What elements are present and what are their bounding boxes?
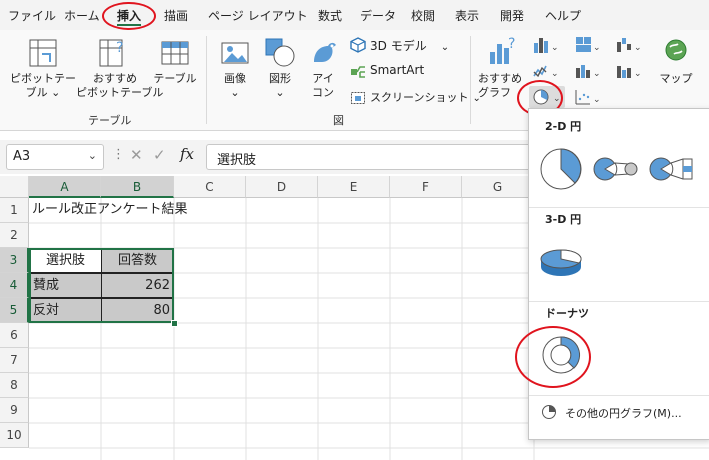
tab-developer[interactable]: 開発 [500, 7, 524, 24]
hierarchy-chart-icon[interactable]: ⌄ [575, 36, 601, 57]
row-header[interactable]: 8 [0, 373, 29, 398]
tab-formulas[interactable]: 数式 [318, 7, 342, 24]
icons-button[interactable]: アイ コン [306, 72, 340, 100]
column-header[interactable]: E [318, 176, 390, 198]
divider [529, 395, 709, 396]
icons-icon [308, 36, 340, 71]
row-header[interactable]: 5 [0, 298, 29, 323]
recommended-pivot-button[interactable]: おすすめ ピボットテーブル [76, 72, 163, 100]
tab-view[interactable]: 表示 [455, 7, 479, 24]
table-button[interactable]: テーブル [152, 72, 198, 86]
smartart-button[interactable]: SmartArt [370, 63, 424, 77]
svg-text:⌄: ⌄ [551, 43, 559, 53]
row-header[interactable]: 10 [0, 423, 29, 448]
screenshot-label: スクリーンショット [370, 91, 469, 104]
tab-data[interactable]: データ [360, 7, 396, 24]
pie-2d-option[interactable] [537, 145, 585, 193]
tab-draw[interactable]: 描画 [164, 7, 188, 24]
smartart-icon [350, 63, 366, 82]
row-header[interactable]: 4 [0, 273, 29, 298]
image-icon [220, 38, 250, 71]
pivot-table-icon [28, 38, 58, 71]
more-options-icon[interactable]: ⋮ [112, 147, 125, 162]
more-pie-charts-label: その他の円グラフ(M)... [565, 407, 682, 420]
selection-range [29, 248, 174, 323]
table-icon [160, 38, 190, 71]
tab-file[interactable]: ファイル [8, 7, 56, 24]
waterfall-chart-icon[interactable]: ⌄ [616, 36, 642, 57]
cancel-icon[interactable]: ✕ [130, 146, 143, 164]
tab-review[interactable]: 校閲 [411, 7, 435, 24]
highlight-ring-donut [515, 326, 591, 388]
pie-3d-option[interactable] [537, 237, 585, 285]
name-box-value: A3 [13, 149, 31, 164]
illustrations-group-label: 図 [333, 114, 344, 127]
pivot-table-button[interactable]: ピボットテー ブル ⌄ [10, 72, 76, 100]
row-header[interactable]: 9 [0, 398, 29, 423]
column-header[interactable]: B [101, 176, 174, 198]
recommended-chart-icon: ? [488, 36, 518, 69]
svg-text:⌄: ⌄ [593, 43, 601, 53]
svg-text:⌄: ⌄ [551, 69, 559, 79]
fill-handle[interactable] [171, 320, 178, 327]
screenshot-icon [350, 89, 366, 108]
tab-help[interactable]: ヘルプ [545, 7, 581, 24]
3d-model-icon [350, 37, 366, 56]
section-3d-pie: 3-D 円 [529, 207, 709, 231]
group-divider [206, 36, 207, 124]
section-donut: ドーナツ [529, 301, 709, 325]
scatter-chart-icon[interactable]: ⌄ [575, 88, 601, 109]
column-header[interactable]: D [246, 176, 318, 198]
screenshot-button[interactable]: スクリーンショット ⌄ [370, 89, 481, 105]
row-header[interactable]: 2 [0, 223, 29, 248]
formula-content: 選択肢 [217, 153, 257, 168]
group-divider [470, 36, 471, 124]
table-group-label: テーブル [88, 114, 132, 127]
row-header[interactable]: 6 [0, 323, 29, 348]
section-2d-pie: 2-D 円 [529, 115, 709, 139]
pie-of-pie-option[interactable] [591, 149, 641, 189]
insert-function-icon[interactable]: fx [180, 145, 194, 163]
bar-of-pie-option[interactable] [647, 149, 703, 189]
recommended-pivot-icon: ? [98, 38, 128, 71]
select-all-corner[interactable] [0, 176, 29, 198]
tab-page-layout[interactable]: ページ レイアウト [208, 7, 308, 24]
enter-icon[interactable]: ✓ [153, 146, 166, 164]
sheet-title-cell[interactable]: ルール改正アンケート結果 [29, 198, 187, 223]
more-pie-charts-item[interactable]: その他の円グラフ(M)... [529, 399, 709, 425]
3d-model-label: 3D モデル [370, 39, 427, 53]
row-header[interactable]: 7 [0, 348, 29, 373]
column-header[interactable]: G [462, 176, 534, 198]
svg-text:?: ? [508, 36, 515, 52]
globe-icon [664, 38, 688, 65]
combo-chart-icon[interactable]: ⌄ [616, 62, 642, 83]
row-header[interactable]: 1 [0, 198, 29, 223]
chevron-down-icon: ⌄ [440, 42, 450, 53]
tab-home[interactable]: ホーム [64, 7, 100, 24]
column-header[interactable]: F [390, 176, 462, 198]
highlight-ring-insert-tab [102, 2, 156, 30]
column-header[interactable]: C [174, 176, 246, 198]
shapes-button[interactable]: 図形 ⌄ [262, 72, 298, 100]
map-button[interactable]: マップ [656, 72, 696, 86]
statistic-chart-icon[interactable]: ⌄ [575, 62, 601, 83]
chevron-down-icon: ⌄ [87, 149, 97, 162]
svg-text:?: ? [116, 40, 123, 56]
pie-chart-dropdown: 2-D 円 3-D 円 ドーナツ その他の円グラフ(M)... [515, 108, 709, 440]
column-header[interactable]: A [29, 176, 101, 198]
shapes-icon [264, 36, 296, 71]
menu-bar: ファイル ホーム 挿入 描画 ページ レイアウト 数式 データ 校閲 表示 開発… [0, 0, 709, 30]
name-box[interactable]: A3 ⌄ [6, 144, 104, 170]
svg-text:⌄: ⌄ [593, 95, 601, 105]
column-chart-icon[interactable]: ⌄ [533, 36, 559, 57]
svg-text:⌄: ⌄ [634, 69, 642, 79]
svg-text:⌄: ⌄ [593, 69, 601, 79]
row-header[interactable]: 3 [0, 248, 29, 273]
pie-small-icon [542, 405, 556, 419]
svg-text:⌄: ⌄ [634, 43, 642, 53]
image-button[interactable]: 画像 ⌄ [216, 72, 254, 100]
3d-model-button[interactable]: 3D モデル ⌄ [370, 37, 449, 54]
